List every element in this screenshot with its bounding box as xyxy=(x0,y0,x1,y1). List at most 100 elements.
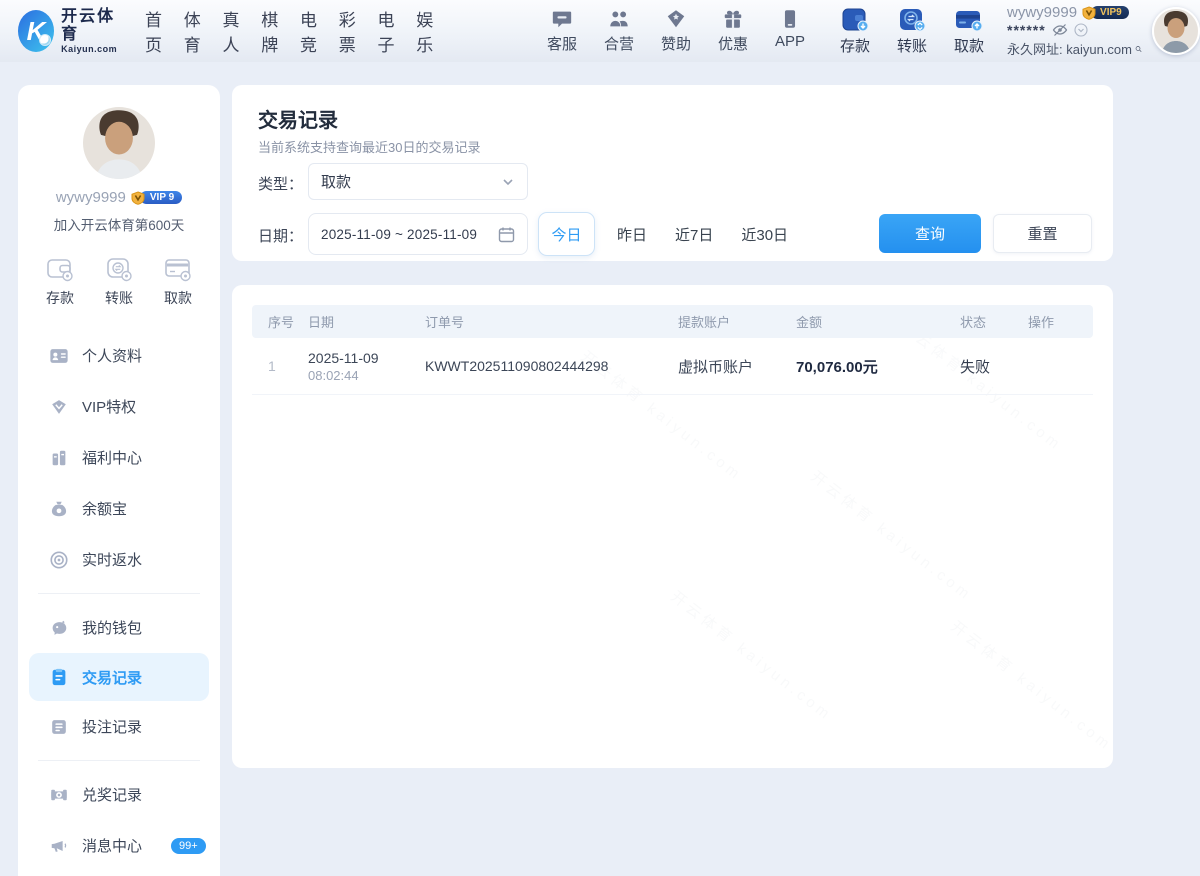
withdraw-button[interactable]: 取款 xyxy=(947,7,991,56)
row-time: 08:02:44 xyxy=(308,368,425,383)
col-amount: 金额 xyxy=(796,312,960,331)
col-status: 状态 xyxy=(960,312,1028,331)
profile-vip-shield-icon xyxy=(131,191,145,205)
table-header: 序号 日期 订单号 提款账户 金额 状态 操作 xyxy=(252,305,1093,338)
row-status: 失败 xyxy=(960,356,1028,377)
col-account: 提款账户 xyxy=(678,312,796,331)
joined-days-text: 加入开云体育第600天 xyxy=(18,214,220,234)
watermark-text: 开云体育 kaiyun.com xyxy=(807,466,978,606)
sidebar-item-profile[interactable]: 个人资料 xyxy=(18,330,220,381)
partners-icon xyxy=(608,8,630,30)
sponsor-button[interactable]: 赞助 xyxy=(655,8,697,54)
money-bag-icon xyxy=(49,499,69,519)
nav-lottery[interactable]: 彩票 xyxy=(339,6,359,56)
range-30days-button[interactable]: 近30日 xyxy=(727,212,802,256)
page: K 开云体育 Kaiyun.com 首页 体育 真人 棋牌 电竞 彩票 电子 娱… xyxy=(0,0,1200,876)
vip-shield-icon xyxy=(1082,6,1096,20)
col-date: 日期 xyxy=(308,312,425,331)
row-order-number: KWWT202511090802444298 xyxy=(425,358,678,374)
sidebar-divider xyxy=(38,593,200,594)
sidebar-transfer-button[interactable]: 转账 xyxy=(105,256,133,308)
filter-panel: 交易记录 当前系统支持查询最近30日的交易记录 类型： 取款 日期： 2025-… xyxy=(232,85,1113,261)
transaction-record-icon xyxy=(49,667,69,687)
vip-level-label: VIP9 xyxy=(1091,6,1129,19)
nav-sports[interactable]: 体育 xyxy=(184,6,204,56)
col-order: 订单号 xyxy=(425,312,678,331)
sidebar-quick-actions: 存款 转账 取款 xyxy=(18,256,220,308)
avatar-image xyxy=(1154,9,1198,53)
type-select[interactable]: 取款 xyxy=(308,163,528,200)
phone-icon xyxy=(779,8,801,30)
eye-off-icon[interactable] xyxy=(1052,22,1068,38)
row-date: 2025-11-09 xyxy=(308,349,425,368)
sidebar-item-welfare[interactable]: 福利中心 xyxy=(18,432,220,483)
sidebar-item-rebate[interactable]: 实时返水 xyxy=(18,534,220,585)
sidebar-item-wallet[interactable]: 我的钱包 xyxy=(18,602,220,653)
logo-k-icon: K xyxy=(18,10,54,52)
nav-home[interactable]: 首页 xyxy=(145,6,165,56)
page-title: 交易记录 xyxy=(258,104,338,133)
profile-avatar[interactable] xyxy=(83,107,155,179)
nav-live[interactable]: 真人 xyxy=(223,6,243,56)
sidebar-item-messages[interactable]: 消息中心 99+ xyxy=(18,820,220,871)
search-button[interactable]: 查询 xyxy=(879,214,981,253)
nav-esports[interactable]: 电竞 xyxy=(300,6,320,56)
promotions-button[interactable]: 优惠 xyxy=(712,8,754,54)
row-account: 虚拟币账户 xyxy=(678,356,796,377)
sidebar-item-bets[interactable]: 投注记录 xyxy=(18,701,220,752)
row-amount: 70,076.00元 xyxy=(796,356,960,377)
watermark-text: 开云体育 kaiyun.com xyxy=(667,586,838,726)
sidebar-deposit-button[interactable]: 存款 xyxy=(46,256,74,308)
deposit-button[interactable]: 存款 xyxy=(833,7,877,56)
brand-name: 开云体育 xyxy=(61,8,123,43)
range-7days-button[interactable]: 近7日 xyxy=(661,212,727,256)
sidebar-withdraw-button[interactable]: 取款 xyxy=(164,256,192,308)
chat-icon xyxy=(551,8,573,30)
brand-logo[interactable]: K 开云体育 Kaiyun.com xyxy=(18,8,123,53)
header-user-info: wywy9999 VIP9 ****** 永久网址: kaiyun.com xyxy=(1007,4,1142,58)
partners-button[interactable]: 合营 xyxy=(598,8,640,54)
table-row: 1 2025-11-09 08:02:44 KWWT20251109080244… xyxy=(252,338,1093,395)
gift-icon xyxy=(722,8,744,30)
wallet-outline-icon xyxy=(46,256,74,282)
app-download-button[interactable]: APP xyxy=(769,8,811,54)
reset-button[interactable]: 重置 xyxy=(993,214,1092,253)
transfer-card-icon xyxy=(897,7,927,33)
range-today-button[interactable]: 今日 xyxy=(538,212,595,256)
nav-entertainment[interactable]: 娱乐 xyxy=(416,6,436,56)
date-range-input[interactable]: 2025-11-09 ~ 2025-11-09 xyxy=(308,213,528,255)
sidebar-divider xyxy=(38,760,200,761)
chevron-circle-icon[interactable] xyxy=(1074,23,1088,37)
sidebar: wywy9999 VIP 9 加入开云体育第600天 存款 转账 取款 xyxy=(18,85,220,876)
user-avatar[interactable] xyxy=(1152,7,1200,55)
bet-record-icon xyxy=(49,717,69,737)
date-label: 日期： xyxy=(258,225,303,246)
sidebar-item-prizes[interactable]: 兑奖记录 xyxy=(18,769,220,820)
sidebar-item-yuebao[interactable]: 余额宝 xyxy=(18,483,220,534)
header-wallet-actions: 存款 转账 取款 xyxy=(833,7,991,56)
deposit-card-icon xyxy=(840,7,870,33)
rebate-icon xyxy=(49,550,69,570)
top-navigation-bar: K 开云体育 Kaiyun.com 首页 体育 真人 棋牌 电竞 彩票 电子 娱… xyxy=(0,0,1200,62)
chevron-down-icon xyxy=(501,175,515,189)
customer-service-button[interactable]: 客服 xyxy=(541,8,583,54)
gem-icon xyxy=(665,8,687,30)
magnifier-icon[interactable] xyxy=(1135,42,1142,56)
col-action: 操作 xyxy=(1028,312,1085,331)
type-label: 类型： xyxy=(258,173,303,194)
permanent-url-label: 永久网址: kaiyun.com xyxy=(1007,39,1132,58)
profile-vip-badge: VIP 9 xyxy=(131,191,182,205)
transfer-button[interactable]: 转账 xyxy=(890,7,934,56)
sidebar-item-vip[interactable]: VIP特权 xyxy=(18,381,220,432)
sidebar-item-transactions[interactable]: 交易记录 xyxy=(29,653,209,701)
piggy-bank-icon xyxy=(49,618,69,638)
sidebar-menu: 个人资料 VIP特权 福利中心 余额宝 实时返水 我的钱包 xyxy=(18,330,220,871)
username: wywy9999 xyxy=(1007,4,1077,21)
megaphone-icon xyxy=(49,836,69,856)
type-select-value: 取款 xyxy=(321,171,501,192)
nav-slots[interactable]: 电子 xyxy=(378,6,398,56)
main-nav: 首页 体育 真人 棋牌 电竞 彩票 电子 娱乐 xyxy=(145,6,436,56)
nav-chess[interactable]: 棋牌 xyxy=(261,6,281,56)
range-yesterday-button[interactable]: 昨日 xyxy=(603,212,661,256)
soccer-ball-icon xyxy=(39,34,51,46)
